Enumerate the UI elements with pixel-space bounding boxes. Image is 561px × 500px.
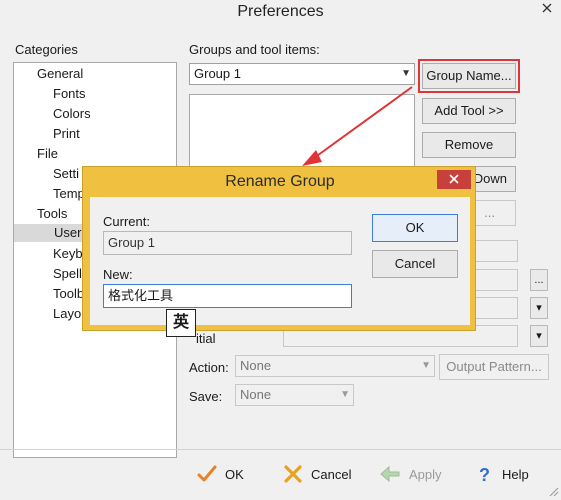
- tree-item-settings[interactable]: Setti: [53, 165, 79, 183]
- ok-label: OK: [225, 466, 244, 482]
- chevron-down-icon: ▼: [340, 389, 350, 400]
- dialog-close-button[interactable]: [437, 170, 471, 189]
- apply-button[interactable]: Apply: [379, 464, 442, 484]
- close-icon: [542, 3, 552, 13]
- action-select[interactable]: None ▼: [235, 355, 435, 377]
- window-title: Preferences: [237, 3, 324, 20]
- cancel-button[interactable]: Cancel: [283, 464, 351, 484]
- output-pattern-button[interactable]: Output Pattern...: [439, 354, 549, 380]
- chevron-down-icon: ▼: [421, 360, 431, 371]
- groups-label: Groups and tool items:: [189, 42, 320, 57]
- dialog-title: Rename Group: [225, 173, 335, 190]
- help-button[interactable]: ? Help: [474, 464, 529, 484]
- checkmark-icon: [197, 465, 217, 482]
- ok-button[interactable]: OK: [197, 464, 244, 484]
- footer-divider: [0, 449, 561, 450]
- tree-item-fonts[interactable]: Fonts: [53, 85, 86, 103]
- tree-item-colors[interactable]: Colors: [53, 105, 91, 123]
- apply-label: Apply: [409, 466, 442, 482]
- current-name-field: Group 1: [103, 231, 352, 255]
- group-select[interactable]: Group 1 ▼: [189, 63, 415, 85]
- resize-grip-icon: [549, 487, 559, 497]
- group-select-value: Group 1: [194, 66, 241, 81]
- tree-item-tools[interactable]: Tools: [37, 205, 67, 223]
- tree-item-toolbars[interactable]: Toolb: [53, 285, 84, 303]
- chevron-down-icon: ▾: [536, 302, 542, 314]
- dialog-cancel-button[interactable]: Cancel: [372, 250, 458, 278]
- svg-text:?: ?: [479, 465, 490, 484]
- tree-item-keyboard[interactable]: Keyb: [53, 245, 83, 263]
- new-label: New:: [103, 267, 133, 282]
- tree-item-file[interactable]: File: [37, 145, 58, 163]
- save-label: Save:: [189, 389, 223, 404]
- current-label: Current:: [103, 214, 150, 229]
- remove-button[interactable]: Remove: [422, 132, 516, 158]
- apply-arrow-icon: [380, 465, 400, 483]
- initial-dropdown-button[interactable]: ▾: [530, 325, 548, 347]
- rename-group-dialog: Rename Group Current: Group 1 New: 格式化工具…: [82, 166, 476, 331]
- initial-label: itial: [196, 331, 216, 346]
- chevron-down-icon: ▼: [401, 68, 411, 79]
- tree-item-spelling[interactable]: Spell: [53, 265, 82, 283]
- cancel-x-icon: [284, 465, 302, 483]
- tree-item-general[interactable]: General: [37, 65, 83, 83]
- save-select[interactable]: None ▼: [235, 384, 354, 406]
- dialog-body: Current: Group 1 New: 格式化工具 OK Cancel: [90, 197, 470, 325]
- dialog-ok-button[interactable]: OK: [372, 214, 458, 242]
- window-close-button[interactable]: [533, 0, 561, 18]
- tree-item-print[interactable]: Print: [53, 125, 80, 143]
- categories-label: Categories: [15, 42, 78, 57]
- action-label: Action:: [189, 360, 229, 375]
- save-select-value: None: [240, 387, 272, 402]
- close-icon: [449, 174, 459, 184]
- new-name-input[interactable]: 格式化工具: [103, 284, 352, 308]
- cancel-label: Cancel: [311, 466, 352, 482]
- browse-button[interactable]: ...: [530, 269, 548, 291]
- field-3-dropdown-button[interactable]: ▾: [530, 297, 548, 319]
- resize-grip[interactable]: [547, 485, 559, 497]
- group-name-button[interactable]: Group Name...: [418, 59, 520, 93]
- action-select-value: None: [240, 358, 272, 373]
- help-icon: ?: [479, 465, 490, 484]
- chevron-down-icon: ▾: [536, 330, 542, 342]
- tool-items-list[interactable]: [189, 94, 415, 168]
- ime-indicator[interactable]: 英: [166, 309, 196, 337]
- help-label: Help: [502, 466, 529, 482]
- add-tool-button[interactable]: Add Tool >>: [422, 98, 516, 124]
- tree-item-templates[interactable]: Temp: [53, 185, 85, 203]
